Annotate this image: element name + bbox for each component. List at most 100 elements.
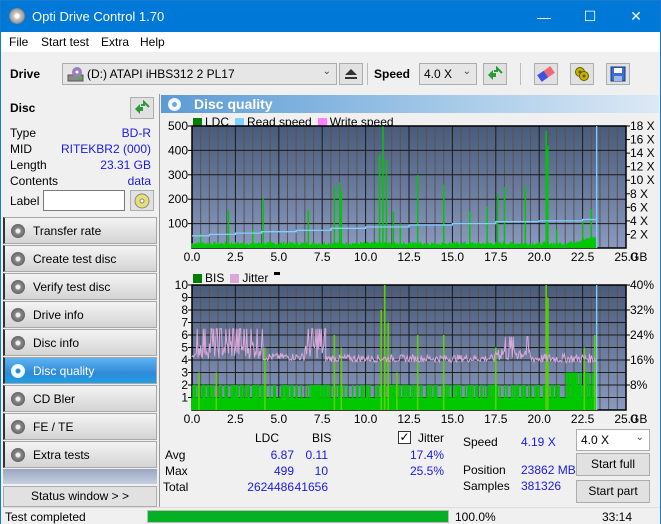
test-speed-value: 4.0 X: [581, 433, 610, 447]
nav-verify-test-disc[interactable]: Verify test disc: [3, 273, 157, 300]
start-part-button[interactable]: Start part: [576, 480, 650, 503]
x-tick-label: 10.0: [354, 250, 378, 264]
x-tick-label: 22.5: [571, 412, 595, 426]
y2-tick-label: 14 X: [630, 146, 655, 160]
y2-tick-label: 8%: [630, 378, 648, 392]
nav-label: Extra tests: [33, 448, 90, 462]
nav-disc-quality[interactable]: Disc quality: [3, 357, 157, 384]
panel-title: Disc quality: [194, 96, 273, 112]
x-tick-label: 22.5: [571, 250, 595, 264]
cd-bler-icon: [11, 392, 25, 406]
y-tick-label: 3: [181, 366, 188, 380]
x-tick-label: 7.5: [314, 412, 331, 426]
nav-drive-info[interactable]: Drive info: [3, 301, 157, 328]
close-button[interactable]: ✕: [613, 1, 659, 32]
y2-tick-label: 8 X: [630, 187, 648, 201]
eject-button[interactable]: [339, 63, 363, 85]
y2-tick-label: 16%: [630, 353, 654, 367]
app-disc-icon: [9, 8, 25, 24]
y-tick-label: 500: [168, 119, 188, 133]
nav-transfer-rate[interactable]: Transfer rate: [3, 217, 157, 244]
toolbar: Drive (D:) ATAPI iHBS312 2 PL17 ⌄ Speed …: [1, 52, 660, 94]
nav-disc-info[interactable]: Disc info: [3, 329, 157, 356]
disc-label-button[interactable]: [130, 190, 154, 211]
menu-file[interactable]: File: [9, 35, 28, 49]
nav-extra-tests[interactable]: Extra tests: [3, 441, 157, 468]
y2-tick-label: 16 X: [630, 133, 655, 147]
disc-type-key: Type: [10, 126, 37, 140]
extra-tests-icon: [11, 448, 25, 462]
status-text: Test completed: [5, 510, 86, 524]
save-icon: [610, 66, 626, 82]
app-window: Opti Drive Control 1.70 — ☐ ✕ File Start…: [0, 0, 661, 524]
chevron-down-icon: ⌄: [635, 432, 644, 443]
y-tick-label: 200: [168, 192, 188, 206]
total-label: Total: [163, 480, 189, 494]
x-tick-label: 15.0: [441, 250, 465, 264]
disc-quality-panel: Disc quality LDC Read speed Write speed …: [159, 94, 660, 507]
start-full-button[interactable]: Start full: [576, 453, 650, 476]
menu-extra[interactable]: Extra: [101, 35, 129, 49]
settings-button[interactable]: [570, 63, 594, 85]
y2-tick-label: 2 X: [630, 227, 648, 241]
status-window-button[interactable]: Status window > >: [3, 486, 157, 507]
panel-header: Disc quality: [161, 95, 659, 113]
maximize-button[interactable]: ☐: [567, 1, 613, 32]
nav-label: Disc quality: [33, 364, 95, 378]
nav-label: Disc info: [33, 336, 80, 350]
y2-tick-label: 24%: [630, 328, 654, 342]
transfer-rate-icon: [11, 224, 25, 238]
refresh-icon: [488, 66, 503, 80]
chevron-down-icon: ⌄: [322, 66, 331, 77]
disc-label-input[interactable]: [43, 190, 125, 211]
drive-select[interactable]: (D:) ATAPI iHBS312 2 PL17 ⌄: [62, 63, 337, 85]
max-ldc: 499: [273, 464, 294, 478]
eject-icon: [345, 69, 357, 79]
drive-label: Drive: [10, 67, 41, 81]
disc-contents-key: Contents: [10, 174, 59, 188]
jitter-label: Jitter: [418, 431, 445, 445]
minimize-button[interactable]: —: [521, 1, 567, 32]
left-panel: Disc Type BD-R MID RITEKBR2 (000) Length…: [1, 94, 159, 507]
y2-tick-label: 40%: [630, 278, 654, 292]
menu-start-test[interactable]: Start test: [41, 35, 89, 49]
jitter-checkbox[interactable]: ✓: [398, 431, 411, 444]
disc-header: Disc: [3, 95, 157, 120]
x-axis-unit: GB: [630, 250, 647, 264]
drive-info-icon: [11, 308, 25, 322]
save-button[interactable]: [606, 63, 630, 85]
x-tick-label: 17.5: [484, 412, 508, 426]
disc-info-icon: [11, 336, 25, 350]
drive-icon: [67, 67, 84, 82]
x-tick-label: 15.0: [441, 412, 465, 426]
speed-label: Speed: [374, 67, 411, 81]
y2-tick-label: 12 X: [630, 160, 655, 174]
refresh-button[interactable]: [483, 63, 507, 85]
drive-value: (D:) ATAPI iHBS312 2 PL17: [87, 67, 235, 81]
progress-fill: [148, 511, 448, 522]
max-label: Max: [165, 464, 188, 478]
samples-label: Samples: [463, 479, 510, 493]
disc-refresh-button[interactable]: [130, 97, 154, 119]
x-tick-label: 2.5: [227, 412, 244, 426]
x-tick-label: 7.5: [314, 250, 331, 264]
avg-ldc: 6.87: [270, 448, 294, 462]
avg-jitter: 17.4%: [409, 448, 444, 462]
x-tick-label: 12.5: [397, 250, 421, 264]
nav-cd-bler[interactable]: CD Bler: [3, 385, 157, 412]
x-tick-label: 12.5: [397, 412, 421, 426]
y-tick-label: 1: [181, 391, 188, 405]
erase-button[interactable]: [534, 63, 558, 85]
nav-fe-te[interactable]: FE / TE: [3, 413, 157, 440]
y-tick-label: 4: [181, 353, 188, 367]
nav-create-test-disc[interactable]: Create test disc: [3, 245, 157, 272]
nav-label: Transfer rate: [33, 224, 102, 238]
chevron-down-icon: ⌄: [462, 66, 471, 77]
speed-select[interactable]: 4.0 X ⌄: [419, 63, 477, 85]
test-speed-select[interactable]: 4.0 X ⌄: [576, 429, 650, 451]
x-tick-label: 5.0: [270, 250, 287, 264]
nav-label: Verify test disc: [33, 280, 111, 294]
y-tick-label: 5: [181, 341, 188, 355]
speed-value: 4.0 X: [424, 67, 453, 81]
menu-help[interactable]: Help: [140, 35, 165, 49]
